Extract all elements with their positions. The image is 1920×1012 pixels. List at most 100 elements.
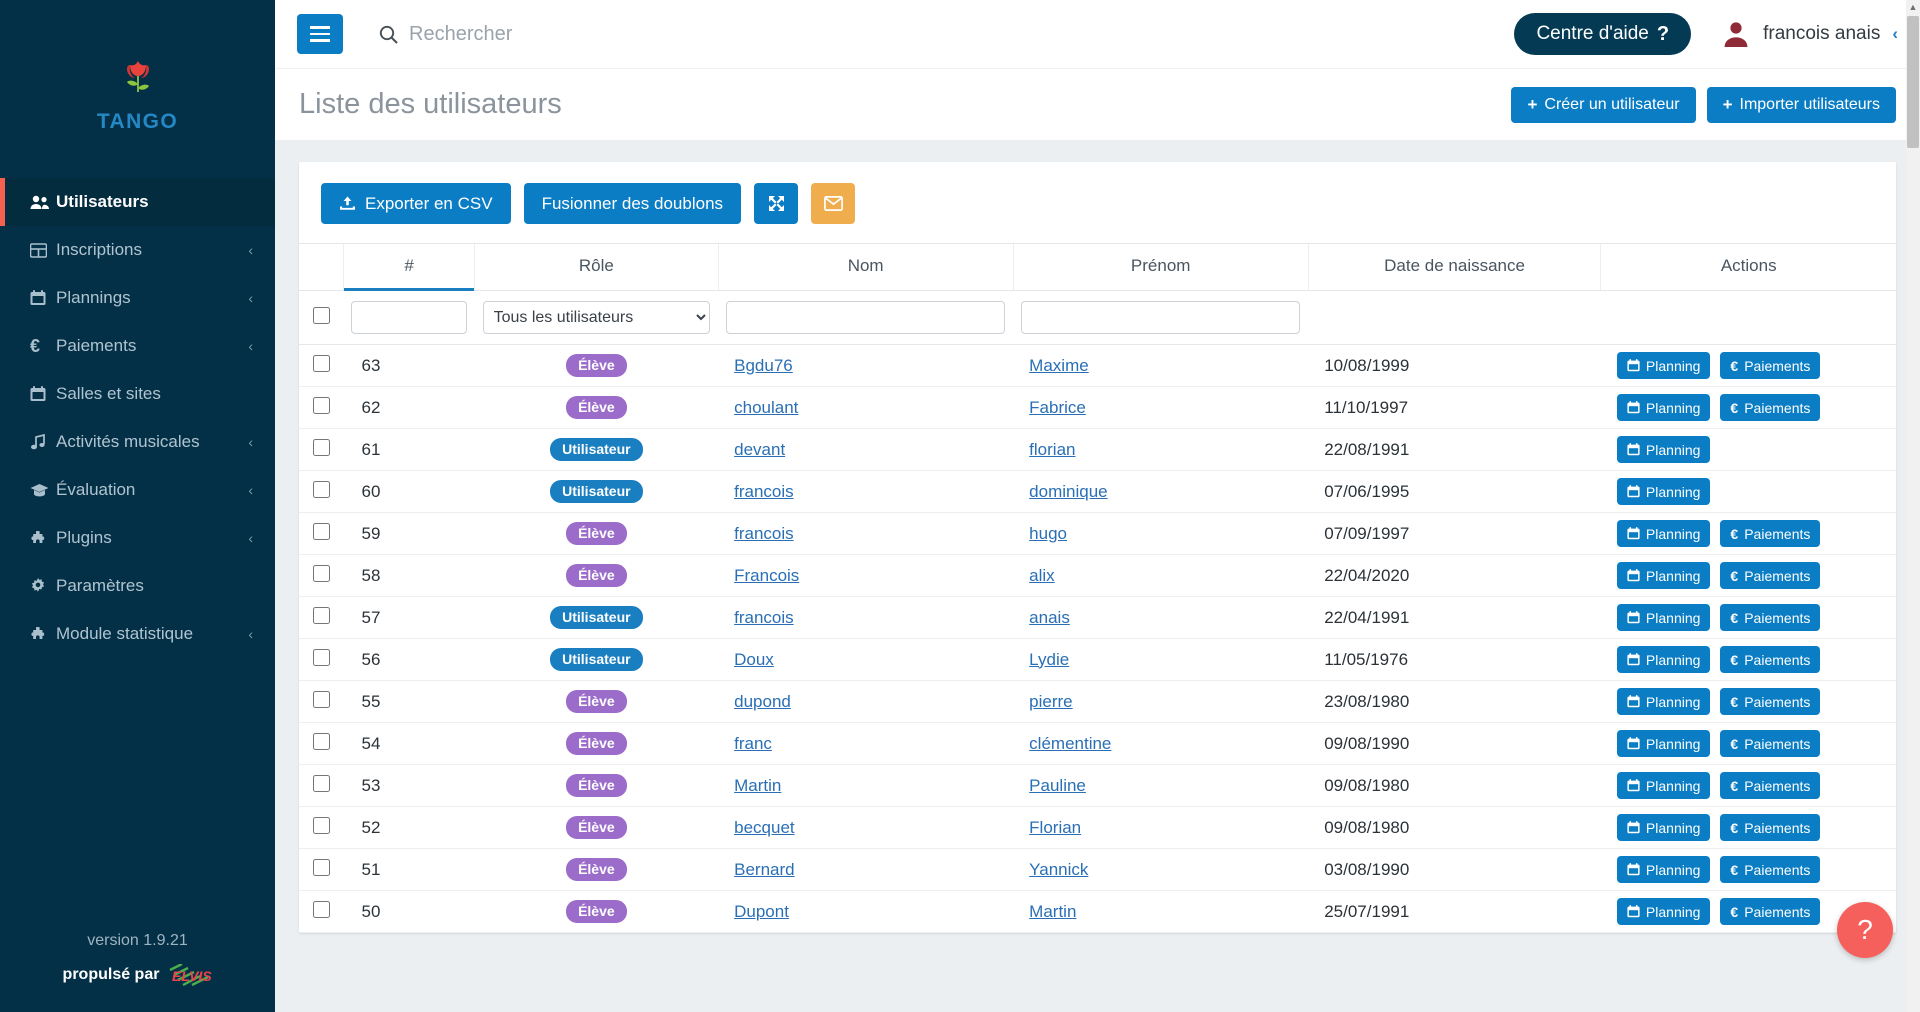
row-paiements-button[interactable]: €Paiements — [1720, 772, 1820, 799]
row-checkbox[interactable] — [313, 481, 330, 498]
create-user-button[interactable]: + Créer un utilisateur — [1511, 87, 1695, 123]
page-scrollbar[interactable]: ▲ — [1906, 0, 1920, 1012]
row-planning-button[interactable]: Planning — [1617, 856, 1711, 883]
row-paiements-button[interactable]: €Paiements — [1720, 814, 1820, 841]
row-checkbox[interactable] — [313, 355, 330, 372]
row-paiements-button[interactable]: €Paiements — [1720, 352, 1820, 379]
th-id[interactable]: # — [343, 244, 474, 291]
user-menu[interactable]: francois anais ‹ — [1721, 19, 1898, 49]
sidebar-item-plugins[interactable]: Plugins ‹ — [0, 514, 275, 562]
th-date-naissance[interactable]: Date de naissance — [1308, 244, 1601, 291]
row-planning-button[interactable]: Planning — [1617, 604, 1711, 631]
row-paiements-button[interactable]: €Paiements — [1720, 394, 1820, 421]
row-paiements-button[interactable]: €Paiements — [1720, 898, 1820, 925]
row-prenom-link[interactable]: Fabrice — [1029, 398, 1086, 417]
sidebar-item-module-statistique[interactable]: Module statistique ‹ — [0, 610, 275, 658]
row-nom-link[interactable]: Doux — [734, 650, 774, 669]
row-nom-link[interactable]: francois — [734, 524, 794, 543]
sidebar-item-plannings[interactable]: Plannings ‹ — [0, 274, 275, 322]
row-prenom-link[interactable]: Maxime — [1029, 356, 1089, 375]
row-prenom-link[interactable]: clémentine — [1029, 734, 1111, 753]
row-checkbox[interactable] — [313, 565, 330, 582]
row-nom-link[interactable]: franc — [734, 734, 772, 753]
row-planning-button[interactable]: Planning — [1617, 898, 1711, 925]
th-prenom[interactable]: Prénom — [1013, 244, 1308, 291]
sidebar-item-inscriptions[interactable]: Inscriptions ‹ — [0, 226, 275, 274]
row-nom-link[interactable]: Martin — [734, 776, 781, 795]
row-prenom-link[interactable]: pierre — [1029, 692, 1072, 711]
row-paiements-button[interactable]: €Paiements — [1720, 520, 1820, 547]
filter-role-select[interactable]: Tous les utilisateursÉlèveUtilisateur — [483, 301, 711, 334]
th-nom[interactable]: Nom — [718, 244, 1013, 291]
floating-help-button[interactable]: ? — [1837, 902, 1893, 958]
row-planning-button[interactable]: Planning — [1617, 646, 1711, 673]
row-prenom-link[interactable]: Florian — [1029, 818, 1081, 837]
row-nom-link[interactable]: Dupont — [734, 902, 789, 921]
sidebar-item-salles-et-sites[interactable]: Salles et sites — [0, 370, 275, 418]
import-users-button[interactable]: + Importer utilisateurs — [1707, 87, 1896, 123]
merge-duplicates-button[interactable]: Fusionner des doublons — [524, 183, 741, 224]
row-prenom-link[interactable]: Martin — [1029, 902, 1076, 921]
row-prenom-link[interactable]: hugo — [1029, 524, 1067, 543]
row-planning-button[interactable]: Planning — [1617, 436, 1711, 463]
row-nom-link[interactable]: Bgdu76 — [734, 356, 793, 375]
row-paiements-button[interactable]: €Paiements — [1720, 856, 1820, 883]
row-checkbox[interactable] — [313, 859, 330, 876]
brand-logo[interactable]: TANGO — [0, 0, 275, 178]
row-checkbox[interactable] — [313, 775, 330, 792]
row-nom-link[interactable]: becquet — [734, 818, 795, 837]
filter-prenom-input[interactable] — [1021, 301, 1300, 334]
row-nom-link[interactable]: Francois — [734, 566, 799, 585]
sidebar-item-parametres[interactable]: Paramètres — [0, 562, 275, 610]
sidebar-item-utilisateurs[interactable]: Utilisateurs — [0, 178, 275, 226]
scrollbar-thumb[interactable] — [1907, 16, 1919, 148]
row-nom-link[interactable]: francois — [734, 608, 794, 627]
search-input[interactable] — [409, 23, 749, 46]
row-paiements-button[interactable]: €Paiements — [1720, 562, 1820, 589]
row-checkbox[interactable] — [313, 733, 330, 750]
row-prenom-link[interactable]: Lydie — [1029, 650, 1069, 669]
row-checkbox[interactable] — [313, 901, 330, 918]
row-prenom-link[interactable]: alix — [1029, 566, 1055, 585]
row-checkbox[interactable] — [313, 439, 330, 456]
row-prenom-link[interactable]: anais — [1029, 608, 1070, 627]
row-nom-link[interactable]: devant — [734, 440, 785, 459]
row-planning-button[interactable]: Planning — [1617, 352, 1711, 379]
row-paiements-button[interactable]: €Paiements — [1720, 730, 1820, 757]
row-planning-button[interactable]: Planning — [1617, 520, 1711, 547]
help-center-button[interactable]: Centre d'aide ? — [1514, 13, 1691, 55]
search-box[interactable] — [379, 23, 1514, 46]
row-prenom-link[interactable]: florian — [1029, 440, 1075, 459]
row-planning-button[interactable]: Planning — [1617, 730, 1711, 757]
row-planning-button[interactable]: Planning — [1617, 478, 1711, 505]
row-checkbox[interactable] — [313, 649, 330, 666]
row-planning-button[interactable]: Planning — [1617, 814, 1711, 841]
row-checkbox[interactable] — [313, 817, 330, 834]
row-prenom-link[interactable]: Pauline — [1029, 776, 1086, 795]
envelope-icon[interactable] — [811, 183, 855, 224]
row-checkbox[interactable] — [313, 523, 330, 540]
row-checkbox[interactable] — [313, 607, 330, 624]
row-planning-button[interactable]: Planning — [1617, 394, 1711, 421]
sidebar-item-paiements[interactable]: € Paiements ‹ — [0, 322, 275, 370]
select-all-checkbox[interactable] — [313, 307, 330, 324]
row-paiements-button[interactable]: €Paiements — [1720, 604, 1820, 631]
row-planning-button[interactable]: Planning — [1617, 562, 1711, 589]
row-nom-link[interactable]: Bernard — [734, 860, 794, 879]
row-nom-link[interactable]: choulant — [734, 398, 798, 417]
row-prenom-link[interactable]: dominique — [1029, 482, 1107, 501]
filter-id-input[interactable] — [351, 301, 466, 334]
export-csv-button[interactable]: Exporter en CSV — [321, 183, 511, 224]
row-checkbox[interactable] — [313, 397, 330, 414]
sidebar-item-activites-musicales[interactable]: Activités musicales ‹ — [0, 418, 275, 466]
row-checkbox[interactable] — [313, 691, 330, 708]
row-paiements-button[interactable]: €Paiements — [1720, 646, 1820, 673]
row-nom-link[interactable]: dupond — [734, 692, 791, 711]
row-planning-button[interactable]: Planning — [1617, 772, 1711, 799]
row-prenom-link[interactable]: Yannick — [1029, 860, 1088, 879]
th-role[interactable]: Rôle — [475, 244, 719, 291]
row-nom-link[interactable]: francois — [734, 482, 794, 501]
sidebar-item-evaluation[interactable]: Évaluation ‹ — [0, 466, 275, 514]
expand-arrows-icon[interactable] — [754, 183, 798, 224]
row-paiements-button[interactable]: €Paiements — [1720, 688, 1820, 715]
